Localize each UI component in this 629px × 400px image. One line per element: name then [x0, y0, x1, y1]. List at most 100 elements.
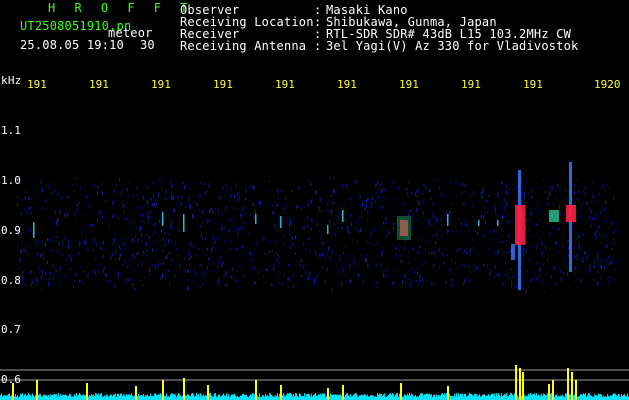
meter-bar [579, 396, 580, 400]
info-colon: : [314, 39, 322, 53]
noise-speck [133, 268, 135, 271]
noise-speck [221, 191, 223, 194]
meter-bar [283, 393, 284, 400]
noise-speck [591, 216, 593, 221]
noise-speck [586, 201, 588, 204]
noise-speck [281, 190, 283, 193]
meter-bar [108, 396, 109, 400]
noise-speck [378, 225, 380, 227]
noise-speck [278, 281, 280, 284]
noise-speck [24, 284, 26, 287]
meter-bar [310, 396, 311, 400]
meter-bar [348, 395, 349, 400]
noise-speck [594, 265, 595, 268]
noise-speck [370, 205, 372, 209]
noise-speck [296, 205, 298, 209]
noise-speck [599, 232, 601, 235]
noise-speck [59, 266, 61, 270]
meter-bar [262, 394, 263, 400]
meter-bar [270, 393, 271, 400]
noise-speck [146, 215, 148, 218]
meter-bar [329, 396, 330, 400]
noise-speck [522, 253, 524, 256]
meter-bar [181, 396, 182, 400]
noise-speck [308, 184, 310, 187]
noise-speck [495, 273, 497, 275]
noise-speck [86, 237, 88, 240]
noise-speck [25, 249, 27, 253]
noise-speck [353, 239, 354, 241]
meter-bar [8, 394, 9, 400]
noise-speck [522, 202, 524, 204]
noise-speck [344, 219, 346, 223]
noise-speck [412, 218, 414, 221]
meter-bar [551, 393, 552, 400]
noise-speck [303, 226, 305, 230]
meter-bar [316, 395, 317, 400]
meter-peak [207, 385, 209, 400]
x-tick-label: 191 [27, 78, 47, 91]
noise-speck [585, 267, 587, 270]
noise-speck [404, 274, 405, 278]
noise-speck [355, 180, 357, 184]
noise-speck [233, 277, 235, 281]
meter-bar [192, 393, 193, 400]
noise-speck [242, 213, 244, 217]
meter-bar [147, 394, 148, 400]
meter-bar [388, 394, 389, 400]
meter-bar [395, 394, 396, 400]
noise-speck [589, 272, 591, 276]
noise-speck [145, 234, 147, 238]
noise-speck [557, 243, 558, 246]
noise-speck [302, 227, 304, 229]
meter-bar [2, 396, 3, 400]
noise-speck [603, 265, 605, 268]
noise-speck [302, 266, 304, 269]
noise-speck [108, 223, 110, 227]
noise-speck [300, 272, 302, 274]
noise-speck [172, 219, 174, 221]
noise-speck [410, 209, 411, 212]
meter-bar [361, 394, 362, 400]
noise-speck [497, 249, 499, 254]
noise-speck [103, 265, 105, 270]
noise-speck [203, 249, 205, 251]
noise-speck [481, 191, 483, 196]
noise-speck [314, 278, 315, 283]
noise-speck [380, 178, 382, 180]
meter-bar [306, 394, 307, 400]
meter-bar [172, 393, 173, 400]
meter-bar [615, 393, 616, 400]
noise-speck [365, 199, 367, 203]
meter-bar [142, 395, 143, 400]
noise-speck [533, 189, 534, 191]
noise-speck [168, 251, 170, 255]
meter-bar [170, 394, 171, 400]
noise-speck [297, 251, 299, 254]
noise-speck [316, 222, 318, 226]
noise-speck [451, 258, 453, 263]
meter-bar [66, 395, 67, 400]
noise-speck [298, 204, 300, 209]
meter-bar [546, 395, 547, 400]
noise-speck [94, 183, 95, 186]
meter-bar [505, 394, 506, 400]
meter-bar [415, 395, 416, 400]
meter-bar [198, 393, 199, 400]
noise-speck [82, 282, 84, 286]
noise-speck [68, 245, 69, 249]
meter-bar [91, 393, 92, 400]
noise-speck [506, 190, 508, 195]
noise-speck [456, 196, 458, 198]
meter-bar [14, 396, 15, 400]
noise-speck [494, 206, 496, 211]
meter-bar [51, 395, 52, 400]
noise-speck [274, 241, 276, 244]
meter-bar [618, 394, 619, 400]
noise-speck [559, 266, 560, 269]
meter-bar [373, 395, 374, 400]
meter-bar [182, 395, 183, 400]
noise-speck [170, 185, 172, 188]
noise-speck [401, 246, 403, 248]
noise-speck [524, 192, 526, 197]
